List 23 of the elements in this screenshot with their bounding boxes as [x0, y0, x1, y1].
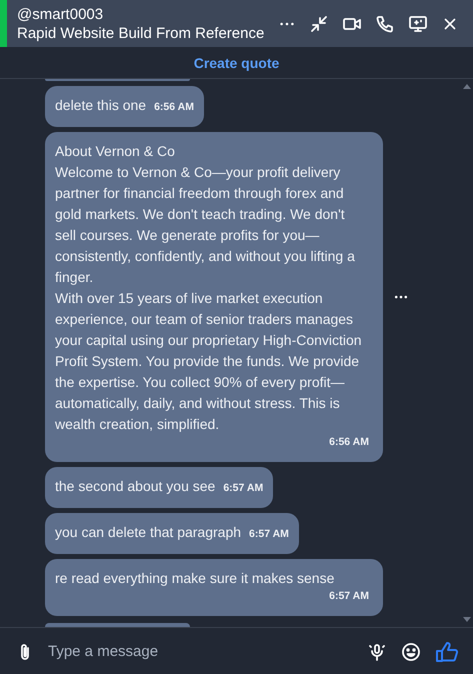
- contact-handle: @smart0003: [17, 6, 104, 22]
- message-time: 6:57 AM: [249, 526, 289, 542]
- collapse-icon[interactable]: [309, 14, 329, 34]
- chat-title: Rapid Website Build From Reference: [17, 24, 266, 42]
- emoji-icon[interactable]: [401, 642, 421, 662]
- message-time: 6:57 AM: [328, 588, 369, 604]
- message-input[interactable]: Type a message: [46, 639, 357, 664]
- message-text: you can delete that paragraph: [55, 522, 242, 542]
- message-text: re read everything make sure it makes sense: [55, 570, 334, 586]
- message-text: delete this one: [55, 96, 146, 115]
- create-quote-link[interactable]: Create quote: [194, 54, 280, 70]
- message-text: About Vernon & Co Welcome to Vernon & Co—your profit delivery partner for financial freedom through forex and gold markets. We don't teach trading. We don't sell courses. We generate profits for you—consistently, confidently, and without you lifting a finger. With over 15 years of live market execution experience, our team of senior traders manages your capital using our proprietary High-Conviction Profit System. You provide the funds. We provide the expertise. You collect 90% of every profit— automatically, daily, and without stress. This is wealth creation, simplified.: [55, 142, 362, 432]
- status-stripe: [0, 0, 7, 47]
- scroll-down-icon[interactable]: [463, 617, 471, 623]
- message-time: 6:56 AM: [154, 100, 194, 115]
- thumbs-up-icon[interactable]: [435, 640, 459, 662]
- phone-icon[interactable]: [375, 14, 395, 34]
- scroll-up-icon[interactable]: [463, 83, 471, 89]
- screen-share-icon[interactable]: [408, 14, 428, 34]
- microphone-icon[interactable]: [367, 642, 387, 662]
- message-time: 6:57 AM: [223, 480, 264, 496]
- message-text: the second about you see: [55, 476, 216, 496]
- message-time: 6:56 AM: [328, 434, 369, 450]
